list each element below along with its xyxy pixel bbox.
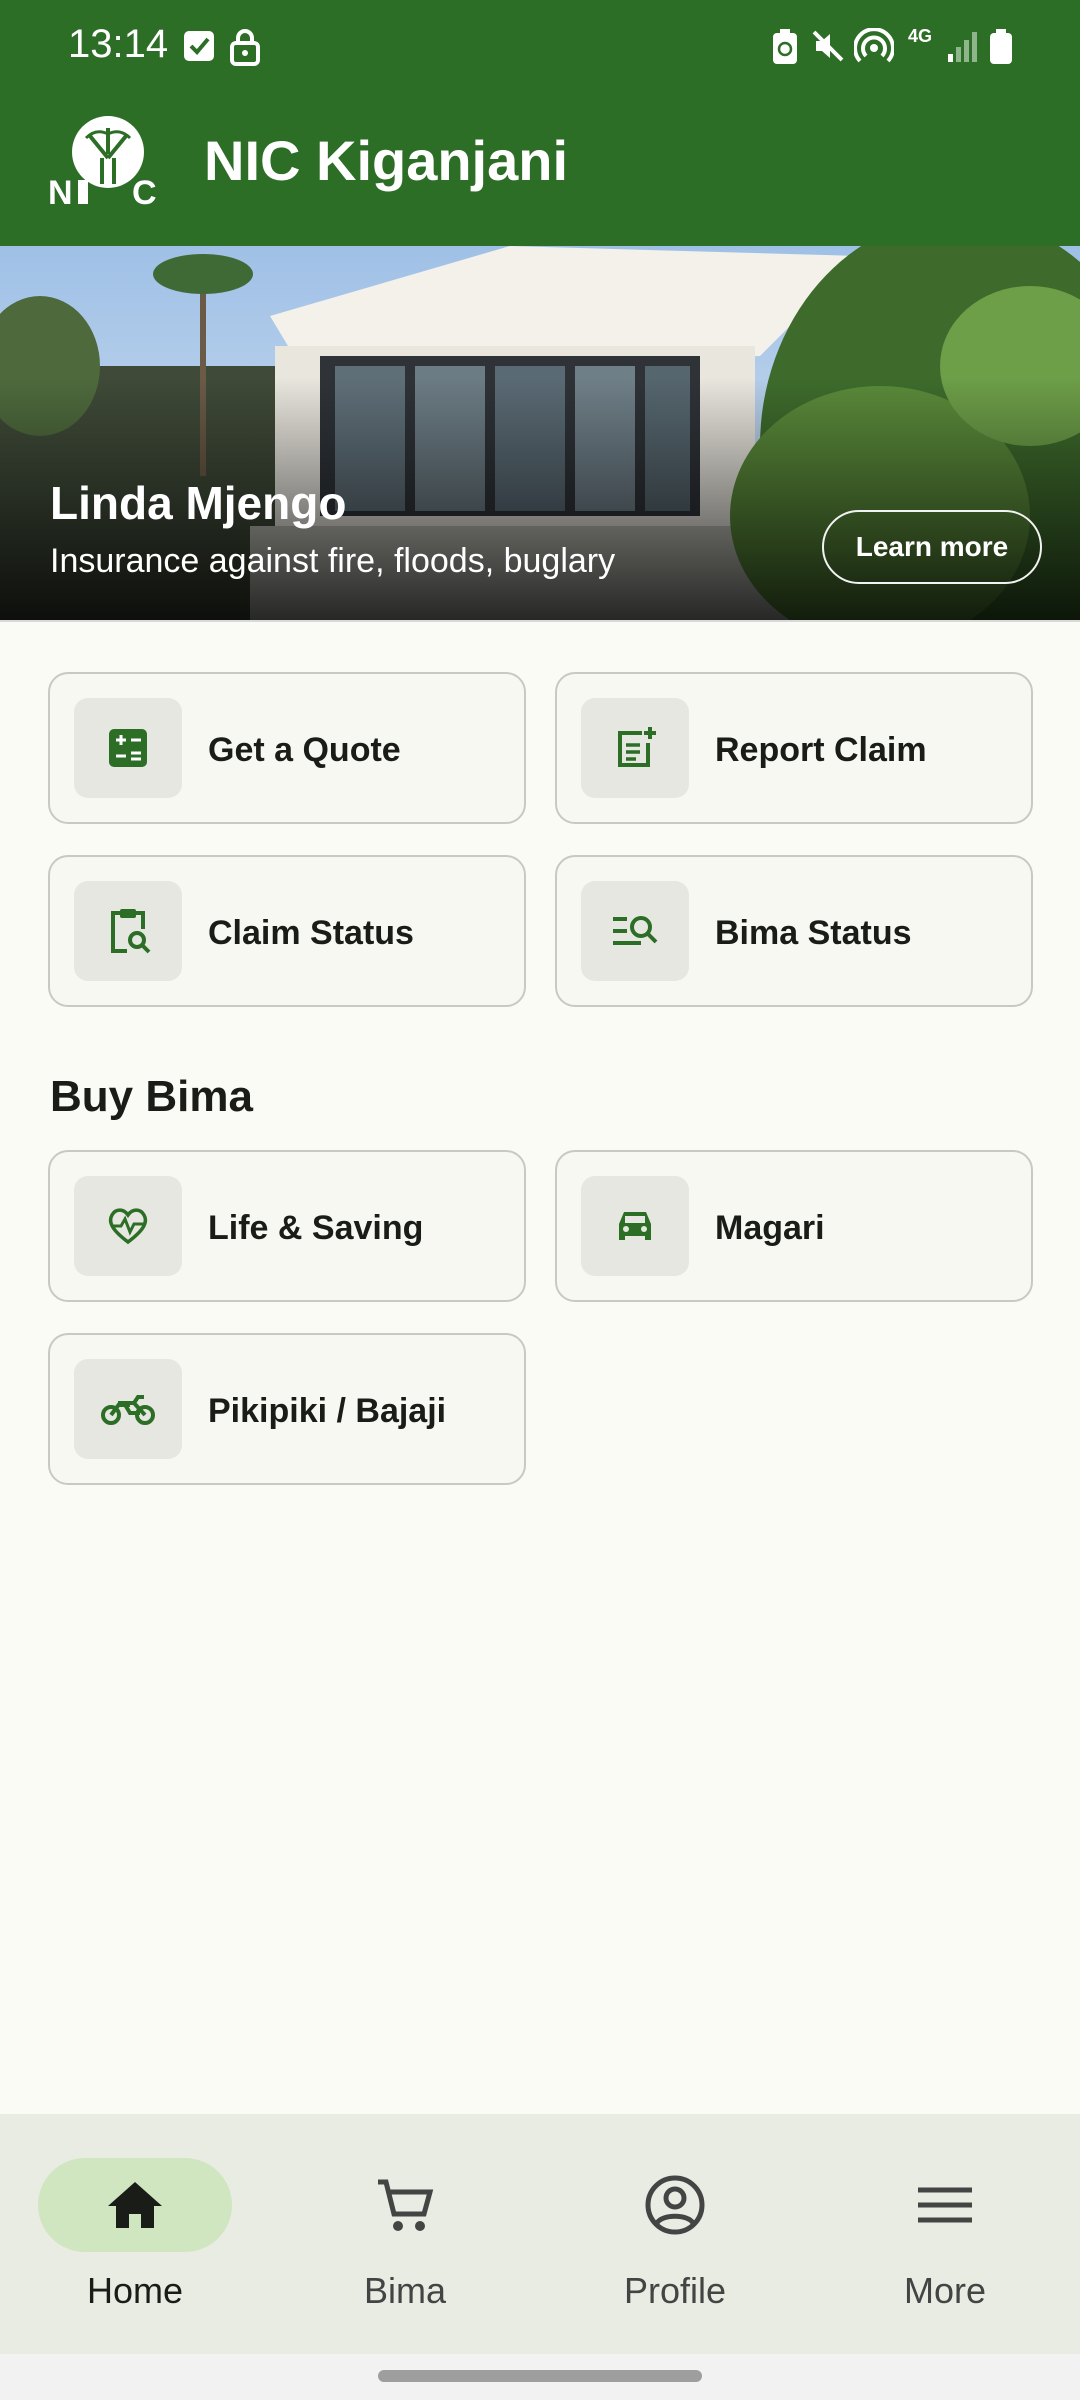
nav-more-label: More — [903, 2270, 987, 2311]
get-quote-card[interactable]: Get a Quote — [48, 672, 526, 824]
app-header: 13:14 4G N C NIC Kiganjani — [0, 0, 1080, 246]
nav-bima-label: Bima — [363, 2270, 447, 2311]
report-claim-card[interactable]: Report Claim — [555, 672, 1033, 824]
clipboard-search-icon — [74, 881, 182, 981]
status-bar: 13:14 4G — [0, 0, 1080, 96]
promo-banner[interactable]: Linda Mjengo Insurance against fire, flo… — [0, 246, 1080, 622]
bima-status-card[interactable]: Bima Status — [555, 855, 1033, 1007]
motorcycle-icon — [74, 1359, 182, 1459]
mute-icon — [812, 30, 844, 62]
account-circle-icon — [645, 2175, 705, 2235]
battery-icon — [990, 29, 1012, 64]
nav-profile-label: Profile — [623, 2270, 727, 2311]
bima-status-label: Bima Status — [715, 913, 912, 952]
car-icon — [581, 1176, 689, 1276]
svg-text:N: N — [48, 174, 73, 208]
nav-bima[interactable]: Bima — [270, 2114, 540, 2354]
nav-more[interactable]: More — [810, 2114, 1080, 2354]
heart-pulse-icon — [74, 1176, 182, 1276]
report-claim-label: Report Claim — [715, 730, 927, 769]
app-title: NIC Kiganjani — [204, 129, 569, 192]
magari-card[interactable]: Magari — [555, 1150, 1033, 1302]
hotspot-icon — [854, 28, 894, 63]
gesture-handle[interactable] — [378, 2370, 702, 2382]
home-icon — [108, 2182, 162, 2228]
buy-bima-heading: Buy Bima — [50, 1072, 253, 1121]
menu-icon — [918, 2187, 972, 2223]
signal-icon — [948, 32, 977, 62]
calculator-icon — [74, 698, 182, 798]
gesture-area — [0, 2354, 1080, 2400]
list-search-icon — [581, 881, 689, 981]
magari-label: Magari — [715, 1208, 825, 1247]
add-note-icon — [581, 698, 689, 798]
checkbox-notification-icon — [184, 31, 214, 61]
svg-text:C: C — [132, 174, 157, 208]
nav-home-label: Home — [86, 2270, 184, 2311]
banner-title: Linda Mjengo — [50, 477, 347, 529]
cart-icon — [378, 2179, 434, 2231]
nav-home[interactable]: Home — [0, 2114, 270, 2354]
get-quote-label: Get a Quote — [208, 730, 401, 769]
network-type: 4G — [908, 26, 933, 46]
life-saving-label: Life & Saving — [208, 1208, 424, 1247]
banner-subtitle: Insurance against fire, floods, buglary — [50, 542, 616, 580]
battery-saver-icon — [773, 29, 797, 64]
pikipiki-bajaji-label: Pikipiki / Bajaji — [208, 1391, 447, 1430]
claim-status-card[interactable]: Claim Status — [48, 855, 526, 1007]
lock-icon — [230, 29, 260, 66]
nav-profile[interactable]: Profile — [540, 2114, 810, 2354]
learn-more-button[interactable]: Learn more — [822, 510, 1042, 584]
pikipiki-bajaji-card[interactable]: Pikipiki / Bajaji — [48, 1333, 526, 1485]
life-saving-card[interactable]: Life & Saving — [48, 1150, 526, 1302]
claim-status-label: Claim Status — [208, 913, 414, 952]
nic-logo-icon: N C — [48, 116, 157, 208]
bottom-navigation: Home Bima Profile More — [0, 2114, 1080, 2354]
status-time: 13:14 — [68, 22, 169, 66]
